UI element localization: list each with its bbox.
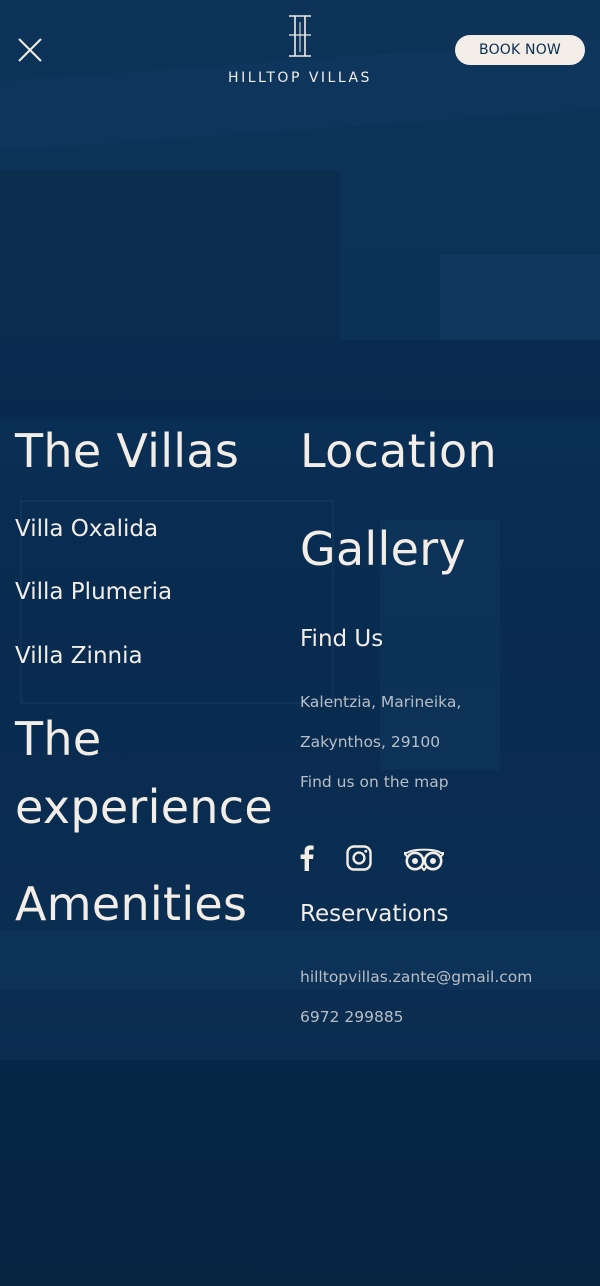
menu-link-gallery[interactable]: Gallery (300, 526, 466, 572)
facebook-link[interactable] (300, 845, 314, 875)
close-icon (18, 38, 42, 62)
brand-name: HILLTOP VILLAS (228, 70, 372, 86)
address-line-2: Zakynthos, 29100 (300, 733, 441, 751)
menu-link-villa-oxalida[interactable]: Villa Oxalida (15, 518, 158, 541)
menu-link-amenities[interactable]: Amenities (15, 881, 247, 927)
menu-link-the-experience-line2[interactable]: experience (15, 784, 273, 830)
reservations-heading: Reservations (300, 901, 449, 927)
menu-link-villa-zinnia[interactable]: Villa Zinnia (15, 645, 143, 668)
address-line-1: Kalentzia, Marineika, (300, 693, 462, 711)
find-us-heading: Find Us (300, 626, 384, 652)
instagram-icon (346, 845, 372, 871)
email-link[interactable]: hilltopvillas.zante@gmail.com (300, 969, 532, 986)
tripadvisor-link[interactable] (401, 847, 447, 875)
book-now-button[interactable]: BOOK NOW (455, 35, 585, 65)
menu-link-the-experience-line1[interactable]: The (15, 716, 101, 762)
instagram-link[interactable] (346, 845, 372, 875)
background-photo-layer (0, 170, 340, 340)
phone-link[interactable]: 6972 299885 (300, 1009, 404, 1026)
background-photo-layer (440, 255, 600, 340)
facebook-icon (300, 845, 314, 871)
brand-logo[interactable]: HILLTOP VILLAS (200, 14, 400, 86)
background-photo-layer (0, 340, 600, 420)
menu-link-the-villas[interactable]: The Villas (15, 428, 239, 474)
menu-link-location[interactable]: Location (300, 428, 497, 474)
logo-monogram-icon (289, 15, 311, 57)
tripadvisor-icon (401, 848, 447, 872)
close-menu-button[interactable] (16, 36, 44, 64)
menu-link-villa-plumeria[interactable]: Villa Plumeria (15, 581, 172, 604)
map-link[interactable]: Find us on the map (300, 774, 449, 791)
menu-overlay: HILLTOP VILLAS BOOK NOW The Villas Villa… (0, 0, 600, 1286)
background-photo-layer (0, 1060, 600, 1286)
